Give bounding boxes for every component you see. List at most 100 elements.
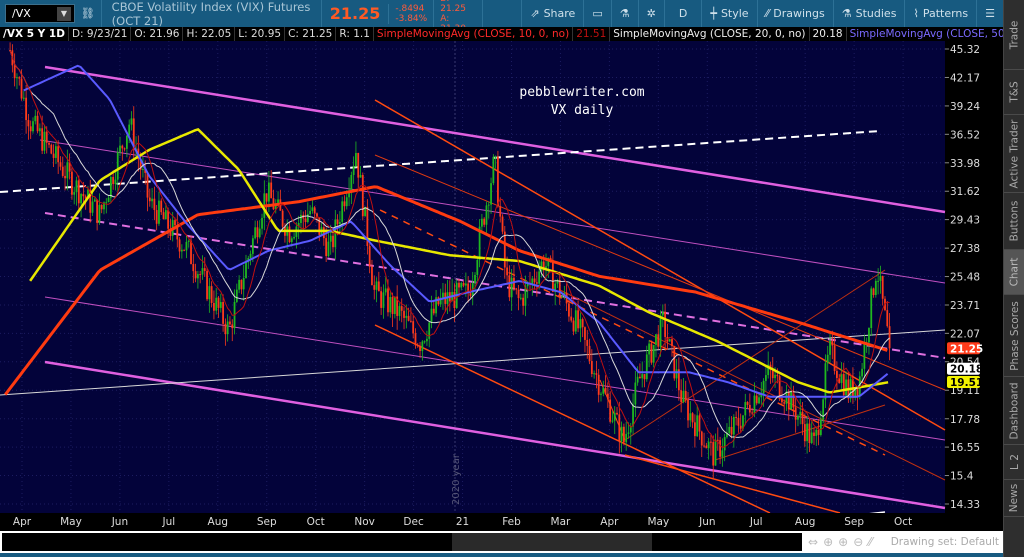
y-tick-label: 16.55 — [950, 442, 980, 454]
x-tick-label: May — [647, 516, 670, 528]
zoom-out-icon[interactable]: ⊖ — [853, 535, 863, 549]
pan-icon[interactable]: ⇔ — [808, 535, 818, 549]
candle-body — [803, 424, 806, 442]
horizontal-scrollbar[interactable] — [2, 533, 802, 551]
candle-body — [831, 340, 834, 346]
scrollbar-thumb[interactable] — [452, 533, 652, 551]
tab-t-s[interactable]: T&S — [1004, 70, 1024, 115]
candle-body — [748, 404, 751, 413]
candle-body — [744, 402, 747, 416]
drawing-set-selector[interactable]: Drawing set: Default — [891, 536, 999, 548]
tab-phase-scores[interactable]: Phase Scores — [1004, 295, 1024, 377]
drawing-icon[interactable]: ⁄⁄ — [868, 535, 872, 549]
tab-label: Buttons — [1008, 200, 1021, 242]
chevron-down-icon[interactable]: ▼ — [56, 6, 71, 21]
candle-body — [213, 302, 215, 311]
candle-body — [645, 354, 648, 380]
candle-body — [192, 263, 195, 272]
candle-body — [696, 415, 699, 437]
candle-body — [661, 311, 664, 316]
share-button[interactable]: ⇗ Share — [522, 0, 585, 27]
candle-body — [183, 249, 186, 251]
candle-body — [810, 432, 813, 443]
ohlc-high: H: 22.05 — [183, 27, 236, 41]
candle-body — [206, 270, 208, 300]
zoom-in-icon[interactable]: ⊕ — [838, 535, 848, 549]
x-tick-label: Jun — [111, 516, 129, 528]
candle-body — [238, 279, 241, 290]
candle-body — [794, 407, 797, 420]
candle-body — [622, 426, 625, 443]
x-tick-label: Sep — [256, 516, 277, 528]
tab-dashboard[interactable]: Dashboard — [1004, 377, 1024, 445]
candle-body — [338, 221, 341, 225]
candle-body — [680, 390, 683, 403]
crosshair-icon[interactable]: ⊕ — [823, 535, 833, 549]
tab-l-2[interactable]: L 2 — [1004, 445, 1024, 480]
candle-body — [487, 204, 490, 206]
price-chart[interactable]: 2020 year pebblewriter.com VX daily 45.32 42… — [0, 41, 1003, 513]
candle-body — [98, 204, 101, 223]
ohlc-open: O: 21.96 — [131, 27, 184, 41]
candle-body — [371, 266, 373, 286]
candle-body — [593, 373, 596, 375]
tab-news[interactable]: News — [1004, 480, 1024, 517]
candle-body — [597, 374, 600, 395]
settings-button[interactable]: ✲ — [639, 0, 665, 27]
symbol-selector[interactable]: /VX ▼ — [5, 4, 75, 23]
tab-buttons[interactable]: Buttons — [1004, 193, 1024, 250]
style-button[interactable]: ┿ Style — [702, 0, 758, 27]
candle-body — [840, 374, 843, 383]
tab-chart[interactable]: Chart — [1004, 250, 1024, 295]
candle-body — [746, 402, 749, 405]
candle-body — [474, 274, 476, 284]
candle-body — [245, 262, 247, 279]
candle-body — [464, 283, 467, 286]
candle-body — [123, 148, 126, 150]
x-tick-label: Oct — [894, 516, 913, 528]
candle-body — [432, 308, 435, 314]
link-icon[interactable]: ⛓ — [75, 0, 101, 27]
candle-body — [300, 214, 302, 223]
chart-tools: ⇔ ⊕ ⊕ ⊖ ⁄⁄ — [802, 535, 872, 549]
tab-active-trader[interactable]: Active Trader — [1004, 115, 1024, 193]
candle-body — [336, 219, 339, 225]
candle-body — [829, 340, 831, 355]
message-button[interactable]: ▭ — [584, 0, 612, 27]
drawings-button[interactable]: ⁄⁄ Drawings — [758, 0, 834, 27]
ohlc-range: R: 1.1 — [336, 27, 374, 41]
candle-body — [655, 334, 657, 345]
studies-button[interactable]: ⚗ Studies — [834, 0, 906, 27]
ohlc-close: C: 21.25 — [285, 27, 337, 41]
candle-body — [158, 200, 160, 224]
y-tick-label: 42.17 — [950, 72, 980, 84]
candle-body — [737, 417, 740, 426]
candle-body — [776, 374, 779, 377]
candle-body — [196, 274, 199, 279]
candle-body — [723, 437, 726, 451]
sma50-label[interactable]: SimpleMovingAvg (CLOSE, 50,... — [847, 27, 1003, 41]
candle-body — [384, 288, 387, 293]
tab-trade[interactable]: Trade — [1004, 0, 1024, 70]
candle-body — [73, 192, 76, 195]
candle-body — [710, 441, 712, 443]
patterns-button[interactable]: ⌇ Patterns — [905, 0, 978, 27]
candle-body — [764, 375, 767, 381]
candle-body — [458, 282, 460, 288]
candle-body — [632, 404, 634, 427]
candle-body — [361, 175, 364, 217]
candle-body — [783, 402, 786, 404]
price-tag-label: 21.25 — [950, 343, 983, 355]
sma20-label[interactable]: SimpleMovingAvg (CLOSE, 20, 0, no) — [610, 27, 810, 41]
candle-body — [595, 373, 598, 375]
candle-body — [833, 345, 836, 371]
y-tick-label: 27.38 — [950, 243, 980, 255]
bottom-bar: ⇔ ⊕ ⊕ ⊖ ⁄⁄ Drawing set: Default — [0, 531, 1003, 553]
y-tick-label: 22.07 — [950, 328, 980, 340]
y-tick-label: 25.48 — [950, 272, 980, 284]
flask-button[interactable]: ⚗ — [612, 0, 639, 27]
menu-button[interactable]: ☰ — [977, 0, 1003, 27]
sma10-label[interactable]: SimpleMovingAvg (CLOSE, 10, 0, no) — [374, 27, 574, 41]
candle-icon: ┿ — [710, 7, 717, 20]
period-button[interactable]: D — [665, 0, 703, 27]
